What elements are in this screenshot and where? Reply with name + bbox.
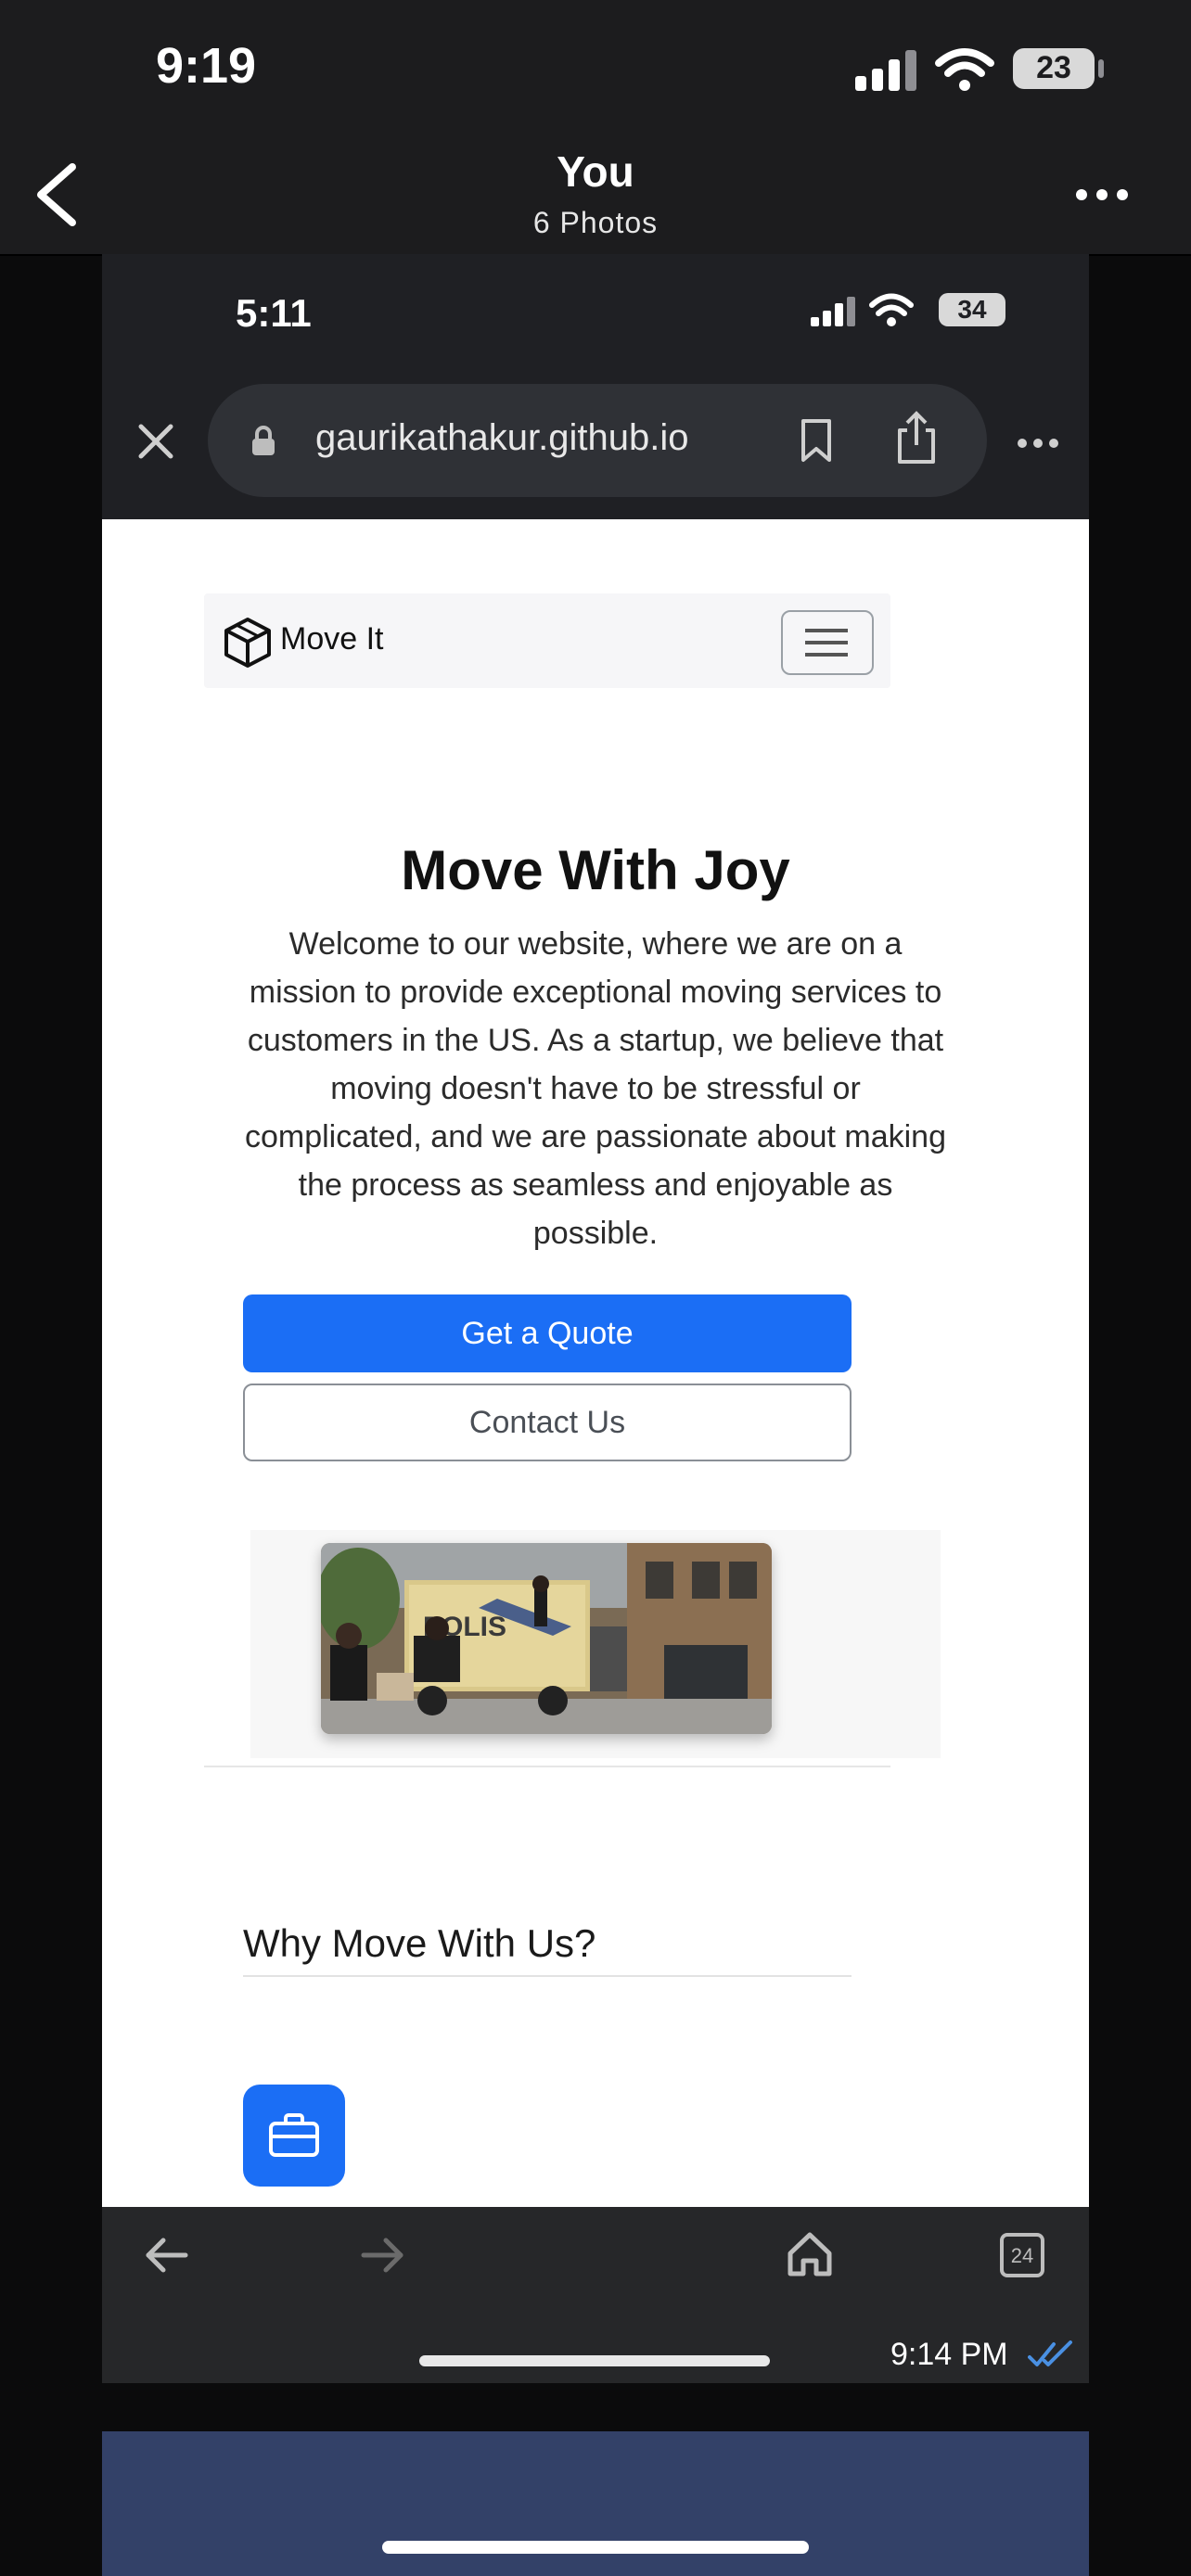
- inner-status-time: 5:11: [236, 291, 312, 335]
- box-logo-icon: [224, 618, 271, 668]
- next-photo-preview[interactable]: [102, 2431, 1089, 2576]
- browser-back-icon[interactable]: [143, 2237, 191, 2274]
- signal-icon: [855, 50, 916, 91]
- tab-count: 24: [1010, 2244, 1034, 2267]
- web-page: Move It Move With Joy Welcome to our web…: [102, 519, 1089, 2207]
- site-brand[interactable]: Move It: [280, 621, 383, 657]
- hero-image-container: POLIS: [250, 1530, 941, 1758]
- browser-menu-icon[interactable]: [1015, 436, 1061, 451]
- why-section-title: Why Move With Us?: [243, 1921, 596, 1965]
- viewer-subtitle: 6 Photos: [532, 206, 659, 239]
- status-time: 9:19: [156, 38, 257, 94]
- hero-description: Welcome to our website, where we are on …: [244, 926, 947, 1251]
- inner-battery-level: 34: [957, 295, 987, 324]
- truck-illustration: POLIS: [321, 1543, 772, 1734]
- battery-icon: 23: [1013, 48, 1095, 89]
- url-text: gaurikathakur.github.io: [315, 417, 689, 458]
- read-receipt-icon: [1028, 2340, 1072, 2366]
- feature-icon-tile: [243, 2085, 345, 2187]
- share-icon[interactable]: [894, 410, 939, 465]
- contact-us-button[interactable]: Contact Us: [243, 1384, 852, 1461]
- bookmark-icon[interactable]: [798, 417, 835, 464]
- status-bar: 9:19 23: [0, 0, 1191, 139]
- site-navbar: Move It: [204, 593, 890, 688]
- inner-home-indicator: [419, 2355, 770, 2366]
- briefcase-icon: [269, 2113, 319, 2157]
- inner-wifi-icon: [869, 293, 914, 326]
- more-options-button[interactable]: [1067, 176, 1141, 213]
- inner-battery-icon: 34: [939, 293, 1005, 326]
- get-quote-button[interactable]: Get a Quote: [243, 1294, 852, 1372]
- viewer-header: You 6 Photos: [0, 139, 1191, 256]
- close-tab-icon[interactable]: [135, 421, 176, 462]
- browser-toolbar: 24 9:14 PM: [102, 2207, 1089, 2383]
- home-indicator[interactable]: [382, 2541, 809, 2554]
- home-icon[interactable]: [785, 2229, 835, 2279]
- lock-icon: [252, 426, 275, 455]
- address-bar[interactable]: gaurikathakur.github.io: [208, 384, 987, 497]
- nav-toggle-button[interactable]: [781, 610, 874, 675]
- wifi-icon: [935, 48, 994, 91]
- section-title-underline: [243, 1975, 852, 1977]
- moving-truck-photo: POLIS: [321, 1543, 772, 1734]
- battery-level: 23: [1036, 50, 1071, 85]
- message-timestamp: 9:14 PM: [890, 2337, 1008, 2372]
- browser-forward-icon[interactable]: [358, 2237, 406, 2274]
- battery-cap: [1098, 59, 1104, 78]
- viewer-title: You: [557, 147, 634, 196]
- hero-title: Move With Joy: [401, 839, 790, 901]
- browser-top-bar: 5:11 34 gaurikathakur.github.io: [102, 254, 1089, 519]
- section-divider: [204, 1766, 890, 1767]
- photo-screenshot[interactable]: 5:11 34 gaurikathakur.github.io Move It …: [102, 254, 1089, 2383]
- tabs-button[interactable]: 24: [1000, 2233, 1044, 2277]
- hamburger-icon: [805, 629, 848, 657]
- inner-signal-icon: [811, 297, 855, 326]
